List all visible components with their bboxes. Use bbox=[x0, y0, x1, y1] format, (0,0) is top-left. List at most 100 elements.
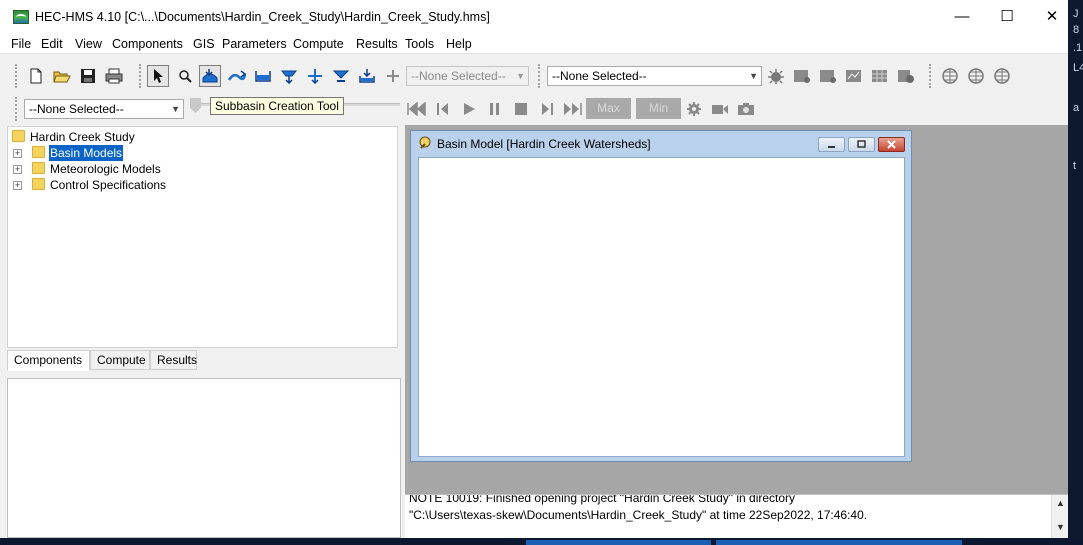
video-camera-icon[interactable] bbox=[710, 99, 730, 119]
junction-tool-icon[interactable] bbox=[305, 66, 325, 86]
diversion-tool-icon[interactable] bbox=[331, 66, 351, 86]
view-time-series-icon[interactable] bbox=[896, 66, 916, 86]
edge-glyph: .1 bbox=[1073, 42, 1083, 54]
menu-components[interactable]: Components bbox=[112, 37, 183, 51]
new-file-icon[interactable] bbox=[26, 66, 46, 86]
compute-all-icon[interactable] bbox=[766, 66, 786, 86]
menu-parameters[interactable]: Parameters bbox=[222, 37, 287, 51]
toolbar-grip[interactable] bbox=[15, 97, 17, 121]
window-title: HEC-HMS 4.10 [C:\...\Documents\Hardin_Cr… bbox=[35, 10, 490, 24]
basin-close-button[interactable] bbox=[878, 137, 905, 152]
save-icon[interactable] bbox=[78, 66, 98, 86]
pan-cross-icon[interactable] bbox=[383, 66, 403, 86]
expand-icon[interactable]: + bbox=[13, 181, 22, 190]
view-element-summary-icon[interactable] bbox=[818, 66, 838, 86]
minimize-button[interactable]: — bbox=[939, 0, 985, 34]
reach-tool-icon[interactable] bbox=[227, 66, 247, 86]
menu-help[interactable]: Help bbox=[446, 37, 472, 51]
run-selector-value: --None Selected-- bbox=[411, 69, 506, 83]
view-table-icon[interactable] bbox=[870, 66, 890, 86]
folder-icon bbox=[32, 146, 45, 158]
menu-file[interactable]: File bbox=[11, 37, 31, 51]
source-tool-icon[interactable] bbox=[279, 66, 299, 86]
toolbar-grip[interactable] bbox=[139, 64, 141, 88]
maximize-button[interactable]: ☐ bbox=[984, 0, 1030, 34]
step-forward-icon[interactable] bbox=[537, 99, 557, 119]
grid-globe-icon[interactable] bbox=[966, 66, 986, 86]
step-back-icon[interactable] bbox=[433, 99, 453, 119]
zoom-icon[interactable] bbox=[175, 66, 195, 86]
menu-view[interactable]: View bbox=[75, 37, 102, 51]
sink-tool-icon[interactable] bbox=[357, 66, 377, 86]
gear-icon[interactable] bbox=[684, 99, 704, 119]
subbasin-tool-icon[interactable] bbox=[199, 65, 221, 87]
edge-glyph: a bbox=[1073, 102, 1080, 114]
animation-slider-thumb[interactable] bbox=[190, 98, 201, 113]
menu-gis[interactable]: GIS bbox=[193, 37, 215, 51]
taskbar-item[interactable] bbox=[716, 540, 962, 545]
menu-tools[interactable]: Tools bbox=[405, 37, 434, 51]
tab-compute[interactable]: Compute bbox=[90, 350, 150, 370]
watershed-explorer-tree: Hardin Creek Study + Basin Models + Mete… bbox=[7, 126, 398, 348]
pause-icon[interactable] bbox=[485, 99, 505, 119]
log-line: NOTE 10019: Finished opening project "Ha… bbox=[409, 494, 796, 505]
menu-compute[interactable]: Compute bbox=[293, 37, 344, 51]
basin-window-title: Basin Model [Hardin Creek Watersheds] bbox=[437, 137, 651, 151]
basin-model-icon bbox=[418, 136, 432, 150]
basin-restore-button[interactable] bbox=[848, 137, 875, 152]
open-folder-icon[interactable] bbox=[52, 66, 72, 86]
folder-icon bbox=[32, 162, 45, 174]
hec-hms-app-icon bbox=[13, 10, 29, 24]
tree-item-label: Control Specifications bbox=[50, 178, 167, 192]
basin-model-combo[interactable]: --None Selected-- ▼ bbox=[24, 99, 184, 119]
stop-icon[interactable] bbox=[511, 99, 531, 119]
arrow-select-icon[interactable] bbox=[147, 65, 169, 87]
subbasin-tooltip: Subbasin Creation Tool bbox=[210, 97, 344, 115]
toolbar-grip[interactable] bbox=[538, 64, 540, 88]
menu-results[interactable]: Results bbox=[356, 37, 398, 51]
basin-map-canvas[interactable] bbox=[418, 157, 905, 457]
menu-edit[interactable]: Edit bbox=[41, 37, 63, 51]
fast-forward-icon[interactable] bbox=[562, 99, 582, 119]
view-graph-icon[interactable] bbox=[844, 66, 864, 86]
scroll-down-icon[interactable]: ▼ bbox=[1056, 522, 1065, 532]
chevron-down-icon: ▼ bbox=[516, 71, 525, 81]
toolbar-grip[interactable] bbox=[929, 64, 931, 88]
folder-icon bbox=[32, 178, 45, 190]
edge-glyph: t bbox=[1073, 160, 1077, 172]
tab-results[interactable]: Results bbox=[150, 350, 197, 370]
grid-globe-icon[interactable] bbox=[992, 66, 1012, 86]
play-icon[interactable] bbox=[459, 99, 479, 119]
taskbar-item[interactable] bbox=[526, 540, 711, 545]
edge-glyph: J bbox=[1073, 8, 1079, 20]
run-selector-combo: --None Selected-- ▼ bbox=[406, 66, 529, 86]
folder-icon bbox=[12, 130, 25, 142]
expand-icon[interactable]: + bbox=[13, 165, 22, 174]
tree-item-label: Basin Models bbox=[47, 144, 125, 162]
log-scrollbar[interactable]: ▲ ▼ bbox=[1051, 495, 1068, 538]
tab-components[interactable]: Components bbox=[7, 350, 90, 371]
chevron-down-icon: ▼ bbox=[171, 104, 180, 114]
min-button[interactable]: Min bbox=[636, 98, 681, 119]
title-bar: HEC-HMS 4.10 [C:\...\Documents\Hardin_Cr… bbox=[0, 0, 1083, 34]
edge-glyph: L4 bbox=[1073, 62, 1083, 74]
background-window-edge: J 8 .1 L4 a t bbox=[1068, 0, 1083, 545]
expand-icon[interactable]: + bbox=[13, 149, 22, 158]
grid-globe-icon[interactable] bbox=[940, 66, 960, 86]
toolbar-grip[interactable] bbox=[15, 64, 17, 88]
print-icon[interactable] bbox=[104, 66, 124, 86]
rewind-icon[interactable] bbox=[407, 99, 427, 119]
menu-bar: File Edit View Components GIS Parameters… bbox=[0, 34, 1068, 54]
message-log: NOTE 10019: Finished opening project "Ha… bbox=[405, 494, 1068, 538]
tree-item-label: Meteorologic Models bbox=[50, 162, 161, 176]
component-editor-panel bbox=[7, 378, 401, 538]
basin-minimize-button[interactable] bbox=[818, 137, 845, 152]
reservoir-tool-icon[interactable] bbox=[253, 66, 273, 86]
basin-window-titlebar[interactable]: Basin Model [Hardin Creek Watersheds] bbox=[411, 131, 911, 157]
max-button[interactable]: Max bbox=[586, 98, 631, 119]
view-global-summary-icon[interactable] bbox=[792, 66, 812, 86]
tree-root-label: Hardin Creek Study bbox=[30, 130, 135, 144]
camera-icon[interactable] bbox=[736, 99, 756, 119]
element-selector-combo[interactable]: --None Selected-- ▼ bbox=[547, 66, 762, 86]
scroll-up-icon[interactable]: ▲ bbox=[1056, 498, 1065, 508]
